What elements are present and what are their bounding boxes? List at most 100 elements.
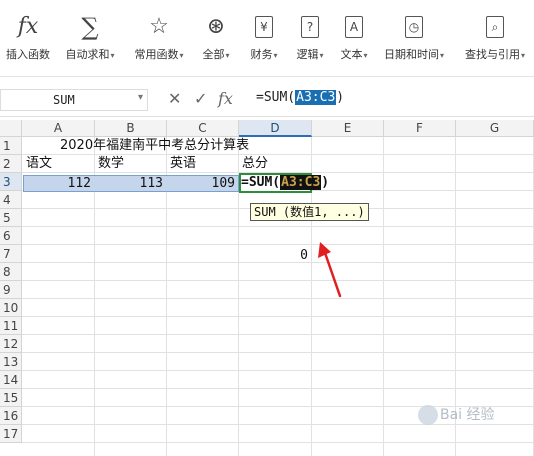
edit-formula-suffix: ) [321,175,330,190]
common-functions-button[interactable]: ☆ 常用函数▾ [128,12,190,64]
row-header-16[interactable]: 16 [0,407,22,425]
column-header-b[interactable]: B [95,120,167,137]
select-all-corner[interactable] [0,120,22,137]
text-label: 文本▾ [340,48,368,61]
chevron-down-icon: ▾ [179,51,184,60]
name-box-value: SUM [53,93,75,107]
gridline-h [22,316,534,317]
cell-d3-editing-formula[interactable]: =SUM(A3:C3) [241,175,329,190]
red-arrow-annotation [318,242,342,298]
row-header-11[interactable]: 11 [0,317,22,335]
logic-label: 逻辑▾ [296,48,324,61]
chevron-down-icon[interactable]: ▾ [138,92,143,103]
chevron-down-icon: ▾ [319,51,324,60]
gridline-h [22,226,534,227]
finance-label: 财务▾ [250,48,278,61]
row-header-10[interactable]: 10 [0,299,22,317]
text-button[interactable]: A 文本▾ [334,12,374,64]
date-time-button[interactable]: ◷ 日期和时间▾ [380,12,448,64]
chevron-down-icon: ▾ [225,51,230,60]
gridline-v [383,137,384,456]
name-box[interactable]: SUM ▾ [0,89,148,111]
insert-function-label: 插入函数 [6,48,50,61]
fx-icon: fx [17,14,39,39]
row-header-17[interactable]: 17 [0,425,22,443]
row-header-12[interactable]: 12 [0,335,22,353]
logic-button[interactable]: ? 逻辑▾ [290,12,330,64]
gridline-h [22,298,534,299]
text-a-icon: A [337,12,371,42]
watermark-text: Bai 经验 [440,407,495,423]
edit-formula-range: A3:C3 [280,175,322,190]
row-header-9[interactable]: 9 [0,281,22,299]
function-hint-tooltip: SUM (数值1, ...) [250,203,369,221]
column-header-d[interactable]: D [239,120,312,137]
row-header-3[interactable]: 3 [0,173,22,191]
cell-c3[interactable]: 109 [168,175,235,193]
row-header-8[interactable]: 8 [0,263,22,281]
column-header-a[interactable]: A [22,120,95,137]
gridline-h [22,388,534,389]
column-header-c[interactable]: C [167,120,239,137]
edit-formula-prefix: =SUM( [241,175,281,190]
yen-icon: ¥ [247,12,281,42]
gridline-h [22,352,534,353]
chevron-down-icon: ▾ [110,51,115,60]
gridline-h [22,370,534,371]
date-time-label: 日期和时间▾ [383,48,444,61]
asterisk-circle-icon: ⊛ [206,14,226,39]
cancel-icon[interactable]: ✕ [168,89,181,108]
autosum-label: 自动求和▾ [65,48,115,61]
gridline-h [22,280,534,281]
chevron-down-icon: ▾ [520,51,525,60]
autosum-button[interactable]: ∑ 自动求和▾ [60,12,120,64]
column-header-e[interactable]: E [312,120,384,137]
formula-prefix: =SUM( [256,90,296,105]
row-header-1[interactable]: 1 [0,137,22,155]
finance-button[interactable]: ¥ 财务▾ [244,12,284,64]
formula-suffix: ) [336,90,345,105]
fx-icon[interactable]: fx [218,89,233,108]
sigma-icon: ∑ [81,13,99,41]
all-functions-label: 全部▾ [202,48,230,61]
insert-function-button[interactable]: fx 插入函数 [2,12,54,64]
ribbon-toolbar: fx 插入函数 ∑ 自动求和▾ ☆ 常用函数▾ ⊛ 全部▾ ¥ 财务▾ ? 逻辑… [0,0,534,77]
row-header-6[interactable]: 6 [0,227,22,245]
paw-logo-icon [418,405,438,425]
search-doc-icon: ⌕ [478,12,512,42]
cell-d7[interactable]: 0 [240,247,308,265]
question-icon: ? [293,12,327,42]
row-header-14[interactable]: 14 [0,371,22,389]
cell-a1-title[interactable]: 2020年福建南平中考总分计算表 [60,137,249,155]
gridline-h [22,244,534,245]
confirm-icon[interactable]: ✓ [194,89,207,108]
common-functions-label: 常用函数▾ [134,48,184,61]
lookup-reference-label: 查找与引用▾ [464,48,525,61]
cell-b2[interactable]: 数学 [98,155,124,173]
formula-input[interactable]: =SUM(A3:C3) [256,90,344,105]
row-header-15[interactable]: 15 [0,389,22,407]
cell-b3[interactable]: 113 [96,175,163,193]
formula-bar: SUM ▾ ✕ ✓ fx =SUM(A3:C3) [0,84,534,117]
formula-selected-range: A3:C3 [295,90,337,105]
star-icon: ☆ [149,14,169,39]
row-header-7[interactable]: 7 [0,245,22,263]
row-header-13[interactable]: 13 [0,353,22,371]
chevron-down-icon: ▾ [363,51,368,60]
chevron-down-icon: ▾ [439,51,444,60]
cell-a2[interactable]: 语文 [26,155,52,173]
all-functions-button[interactable]: ⊛ 全部▾ [196,12,236,64]
gridline-h [22,334,534,335]
row-header-4[interactable]: 4 [0,191,22,209]
row-header-2[interactable]: 2 [0,155,22,173]
cell-c2[interactable]: 英语 [170,155,196,173]
chevron-down-icon: ▾ [273,51,278,60]
cell-a3[interactable]: 112 [24,175,91,193]
row-header-5[interactable]: 5 [0,209,22,227]
gridline-h [22,442,534,443]
clock-icon: ◷ [397,12,431,42]
lookup-reference-button[interactable]: ⌕ 查找与引用▾ [460,12,530,64]
column-header-g[interactable]: G [456,120,534,137]
column-header-f[interactable]: F [384,120,456,137]
cell-d2[interactable]: 总分 [242,155,268,173]
